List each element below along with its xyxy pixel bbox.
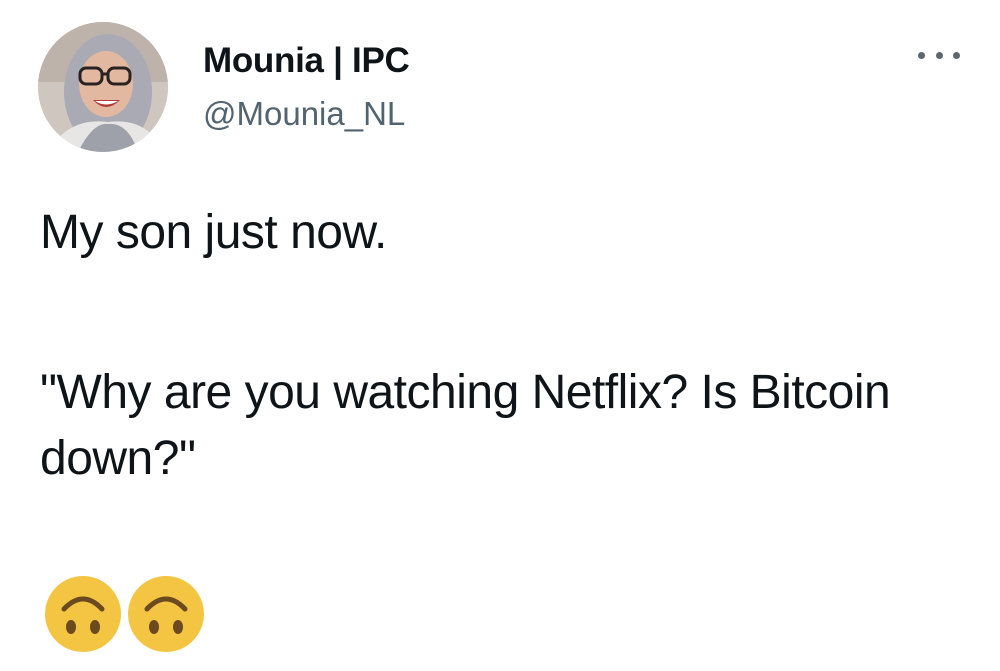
upside-down-face-emoji-icon — [128, 576, 204, 652]
avatar[interactable] — [38, 22, 168, 152]
emoji-row — [44, 575, 205, 653]
tweet-text-line: My son just now. — [40, 206, 387, 259]
author-handle[interactable]: @Mounia_NL — [203, 94, 405, 134]
more-options-icon — [953, 51, 960, 59]
more-options-icon — [935, 51, 943, 59]
author-display-name[interactable]: Mounia | IPC — [203, 40, 410, 82]
user-avatar-icon — [38, 22, 168, 152]
upside-down-face-emoji-icon — [45, 576, 121, 652]
tweet-card: Mounia | IPC @Mounia_NL My son just now.… — [0, 0, 1000, 671]
more-options-icon — [918, 51, 925, 59]
tweet-text-line: "Why are you watching Netflix? Is Bitcoi… — [40, 366, 891, 485]
more-options-button[interactable] — [914, 40, 964, 70]
